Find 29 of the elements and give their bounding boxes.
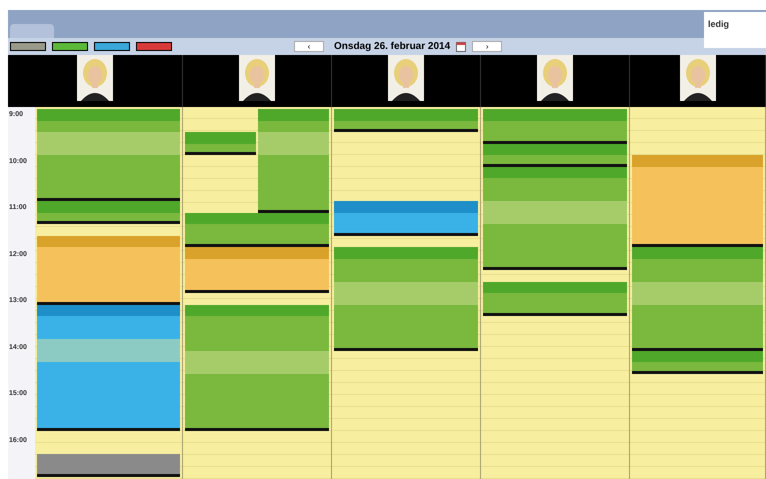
appointment[interactable]: [37, 304, 180, 431]
appointment[interactable]: [334, 247, 478, 350]
legend-swatch[interactable]: [52, 42, 88, 51]
legend-swatch[interactable]: [94, 42, 130, 51]
logo: ledig: [704, 12, 766, 48]
appointment[interactable]: [483, 109, 627, 144]
appointment[interactable]: [37, 109, 180, 201]
calendar-icon[interactable]: [456, 42, 466, 52]
appointment[interactable]: [632, 155, 763, 247]
appointment[interactable]: [483, 166, 627, 270]
appointment[interactable]: [185, 212, 329, 247]
appointment[interactable]: [334, 109, 478, 132]
appointment[interactable]: [258, 109, 329, 212]
appointment[interactable]: [185, 247, 329, 293]
appointment[interactable]: [37, 454, 180, 477]
previous-day-button[interactable]: ‹: [294, 41, 324, 52]
appointment[interactable]: [185, 304, 329, 431]
appointment[interactable]: [483, 282, 627, 316]
appointment[interactable]: [37, 201, 180, 224]
appointment[interactable]: [483, 144, 627, 166]
next-day-button[interactable]: ›: [472, 41, 502, 52]
appointment[interactable]: [632, 350, 763, 374]
legend-swatch[interactable]: [10, 42, 46, 51]
appointment[interactable]: [37, 236, 180, 304]
date-label: Onsdag 26. februar 2014: [334, 40, 450, 54]
appointment[interactable]: [632, 247, 763, 350]
appointment[interactable]: [185, 132, 256, 155]
appointment[interactable]: [334, 201, 478, 236]
legend-swatch[interactable]: [136, 42, 172, 51]
